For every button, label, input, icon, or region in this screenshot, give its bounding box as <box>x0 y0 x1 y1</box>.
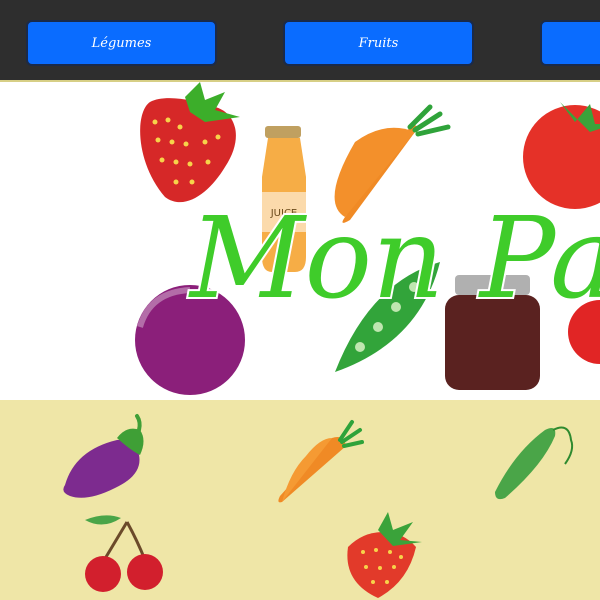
grid-item-cucumber[interactable] <box>485 410 585 510</box>
nav-button-fruits[interactable]: Fruits <box>283 20 474 66</box>
grid-item-strawberry[interactable] <box>338 512 428 600</box>
grid-item-carrot[interactable] <box>270 410 370 510</box>
grid-item-cherry[interactable] <box>75 512 175 600</box>
cherry-icon <box>85 515 163 592</box>
carrot-icon <box>278 420 364 503</box>
cucumber-icon <box>495 426 574 500</box>
banner-illustration: JUICE Mon P <box>135 82 600 395</box>
nav-button-partial[interactable] <box>540 20 600 66</box>
hero-banner: JUICE Mon P <box>0 82 600 400</box>
tomato-icon <box>523 102 600 209</box>
product-grid <box>0 400 600 600</box>
grid-item-eggplant[interactable] <box>55 410 155 510</box>
eggplant-icon <box>63 414 144 498</box>
nav-button-legumes[interactable]: Légumes <box>26 20 217 66</box>
strawberry-icon <box>347 512 422 598</box>
logo-text: Mon Par <box>188 194 600 324</box>
top-navigation-bar: Légumes Fruits <box>0 0 600 82</box>
strawberry-icon <box>140 82 240 203</box>
